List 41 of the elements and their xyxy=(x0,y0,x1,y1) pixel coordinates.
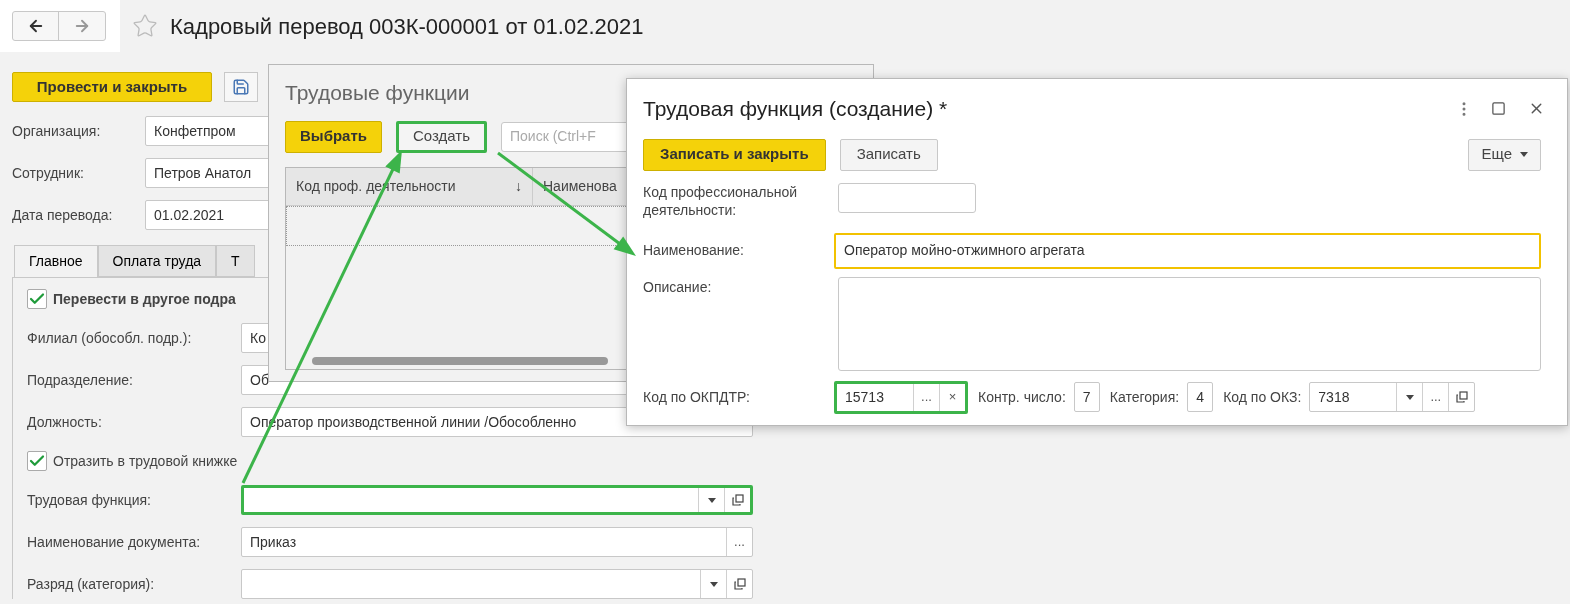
field-label: Наименование документа: xyxy=(27,532,202,552)
input-field[interactable]: Приказ ... xyxy=(241,527,753,557)
input-field[interactable]: 4 xyxy=(1187,382,1214,412)
create-button[interactable]: Создать xyxy=(396,120,487,153)
input-field[interactable]: 7318 ... xyxy=(1309,382,1476,412)
field-label: Код профессиональной деятельности: xyxy=(643,182,799,219)
field-label: Трудовая функция: xyxy=(27,490,152,510)
field-label: Разряд (категория): xyxy=(27,574,156,594)
input-field[interactable]: Оператор мойно-отжимного агрегата xyxy=(834,232,1541,269)
input-field[interactable]: 7 xyxy=(1073,382,1100,412)
field-label: Дата перевода: xyxy=(12,205,114,225)
tab[interactable]: Т xyxy=(216,245,255,277)
field-label: Код по ОКЗ: xyxy=(1223,387,1302,407)
more-button[interactable]: Еще xyxy=(1468,138,1541,171)
clear-button[interactable]: × xyxy=(939,383,965,411)
checkbox-label: Отразить в трудовой книжке xyxy=(53,451,238,471)
field-label: Должность: xyxy=(27,412,103,432)
tab[interactable]: Главное xyxy=(14,245,98,277)
input-field[interactable]: 15713 ... × xyxy=(834,380,968,414)
field-label: Сотрудник: xyxy=(12,163,85,183)
choose-button[interactable]: ... xyxy=(913,383,939,411)
field-label: Категория: xyxy=(1109,387,1180,407)
field-label: Подразделение: xyxy=(27,370,134,390)
dialog-title: Трудовые функции xyxy=(285,80,471,106)
choose-button[interactable]: ... xyxy=(726,528,752,556)
field-label: Наименование: xyxy=(643,241,745,260)
tab[interactable]: Оплата труда xyxy=(97,245,217,277)
save-and-close-button[interactable]: Записать и закрыть xyxy=(643,138,826,171)
select-button[interactable]: Выбрать xyxy=(285,120,382,153)
choose-button[interactable]: ... xyxy=(1422,383,1449,411)
checkbox-label: Перевести в другое подра xyxy=(53,289,236,309)
field-label: Филиал (обособл. подр.): xyxy=(27,328,193,348)
window-title: Кадровый перевод 003К-000001 от 01.02.2021 xyxy=(170,12,644,41)
field-label: Описание: xyxy=(643,277,713,297)
post-and-close-button[interactable]: Провести и закрыть xyxy=(12,72,212,102)
field-label: Код по ОКПДТР: xyxy=(643,387,751,407)
field-label: Организация: xyxy=(12,121,102,141)
save-button[interactable]: Записать xyxy=(839,138,938,171)
field-label: Контр. число: xyxy=(978,387,1066,407)
dialog-title: Трудовая функция (создание) * xyxy=(643,96,949,122)
sort-arrow: ↓ xyxy=(515,176,522,196)
